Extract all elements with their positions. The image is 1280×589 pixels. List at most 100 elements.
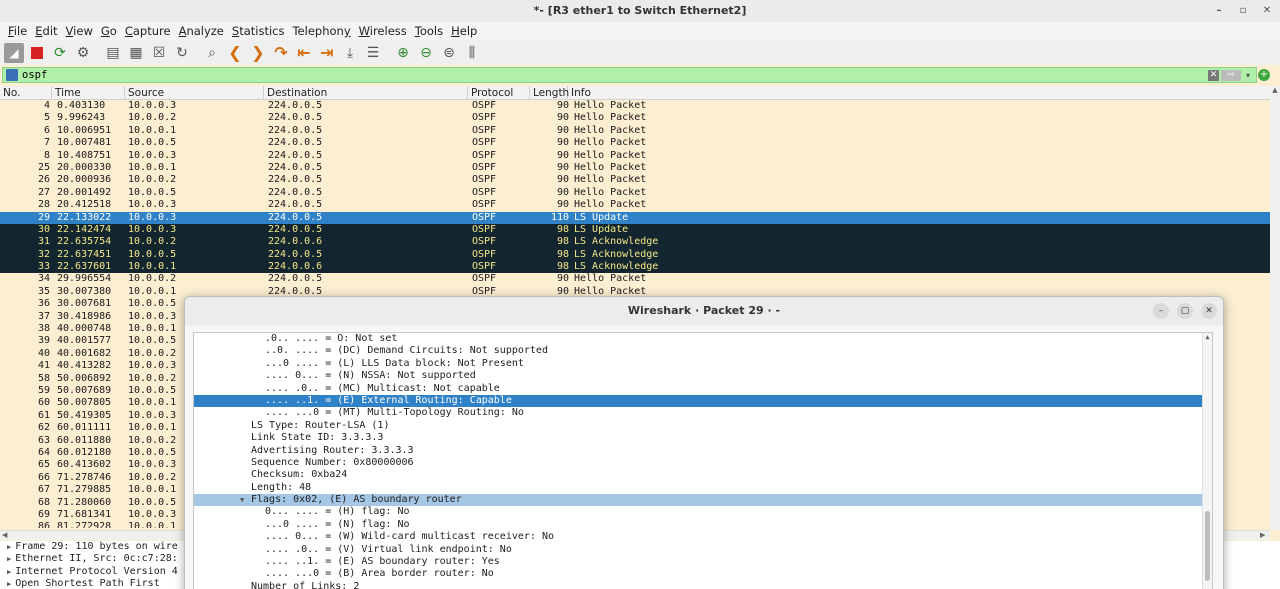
dialog-tree-item[interactable]: Length: 48 [194, 482, 1212, 494]
packet-row[interactable]: 8 10.408751 10.0.0.3 224.0.0.5 OSPF 90 Hello P… [0, 149, 1270, 162]
packet-list-vertical-scrollbar[interactable]: ▲ [1270, 86, 1280, 530]
dialog-tree-item[interactable]: LS Type: Router-LSA (1) [194, 420, 1212, 432]
filter-history-dropdown-icon[interactable]: ▾ [1243, 71, 1253, 80]
go-forward-icon[interactable]: ❯ [248, 43, 268, 63]
restart-capture-icon[interactable]: ⟳ [50, 43, 70, 63]
resize-columns-icon[interactable]: ⫼ [462, 43, 482, 63]
packet-row[interactable]: 25 20.000330 10.0.0.1 224.0.0.5 OSPF 90 Hello … [0, 161, 1270, 175]
scroll-right-icon[interactable]: ▶ [1260, 531, 1265, 539]
column-header-source[interactable]: Source [125, 86, 264, 100]
minimize-window-button[interactable]: – [1210, 3, 1228, 19]
menu-item[interactable]: Statistics [228, 24, 289, 38]
dialog-tree-item[interactable]: Advertising Router: 3.3.3.3 [194, 445, 1212, 457]
zoom-out-icon[interactable]: ⊖ [416, 43, 436, 63]
packet-row[interactable]: 27 20.001492 10.0.0.5 224.0.0.5 OSPF 90 Hello … [0, 186, 1270, 200]
capture-options-icon[interactable]: ⚙ [73, 43, 93, 63]
dialog-tree-item[interactable]: Checksum: 0xba24 [194, 469, 1212, 481]
shark-fin-icon[interactable]: ◢ [4, 42, 24, 63]
packet-row[interactable]: 4 0.403130 10.0.0.3 224.0.0.5 OSPF 90 Hello Pa… [0, 100, 1270, 113]
dialog-tree-item[interactable]: .... 0... = (N) NSSA: Not supported [194, 370, 1212, 382]
expand-arrow-icon[interactable]: ▶ [7, 580, 11, 588]
go-last-icon[interactable]: ⇥ [317, 43, 337, 63]
toolbar-separator [195, 43, 199, 63]
column-header-destination[interactable]: Destination [264, 86, 468, 100]
packet-row[interactable]: 26 20.000936 10.0.0.2 224.0.0.5 OSPF 90 Hello … [0, 174, 1270, 187]
expand-arrow-icon[interactable]: ▶ [7, 568, 11, 576]
packet-row[interactable]: 28 20.412518 10.0.0.3 224.0.0.5 OSPF 90 Hello … [0, 199, 1270, 212]
maximize-window-button[interactable]: ▫ [1234, 3, 1252, 19]
packet-row[interactable]: 34 29.996554 10.0.0.2 224.0.0.5 OSPF 90 Hello … [0, 273, 1270, 286]
reload-file-icon[interactable]: ↻ [172, 43, 192, 63]
menu-item[interactable]: Help [447, 24, 481, 38]
packet-row[interactable]: 31 22.635754 10.0.0.2 224.0.0.6 OSPF 98 LS Ack… [0, 236, 1270, 249]
auto-scroll-icon[interactable]: ⤓ [340, 43, 360, 63]
zoom-in-icon[interactable]: ⊕ [393, 43, 413, 63]
column-header-no[interactable]: No. [0, 86, 52, 100]
scroll-left-icon[interactable]: ◀ [2, 531, 7, 539]
go-back-icon[interactable]: ❮ [225, 43, 245, 63]
column-header-time[interactable]: Time [52, 86, 125, 100]
packet-row[interactable]: 7 10.007481 10.0.0.5 224.0.0.5 OSPF 90 Hello P… [0, 137, 1270, 150]
packet-row[interactable]: 30 22.142474 10.0.0.3 224.0.0.5 OSPF 98 LS Upd… [0, 223, 1270, 237]
dialog-tree-item[interactable]: ...0 .... = (L) LLS Data block: Not Pres… [194, 358, 1212, 370]
dialog-tree-item[interactable]: Sequence Number: 0x80000006 [194, 457, 1212, 469]
collapse-arrow-icon[interactable]: ▼ [240, 494, 244, 506]
dialog-tree-item[interactable]: 0... .... = (H) flag: No [194, 506, 1212, 518]
dialog-tree-label: .... ...0 = (B) Area border router: No [265, 568, 494, 580]
dialog-maximize-button[interactable]: ▢ [1177, 303, 1193, 319]
save-file-icon[interactable]: ▦ [126, 43, 146, 63]
dialog-tree-item[interactable]: .0.. .... = O: Not set [194, 333, 1212, 345]
dialog-minimize-button[interactable]: – [1153, 303, 1169, 319]
close-file-icon[interactable]: ☒ [149, 43, 169, 63]
dialog-tree-item[interactable]: .... ...0 = (B) Area border router: No [194, 568, 1212, 580]
expand-arrow-icon[interactable]: ▶ [7, 555, 11, 563]
bookmark-icon[interactable] [6, 69, 18, 81]
scroll-up-icon[interactable]: ▲ [1270, 86, 1280, 96]
colorize-icon[interactable]: ☰ [363, 43, 383, 63]
packet-row[interactable]: 5 9.996243 10.0.0.2 224.0.0.5 OSPF 90 Hello Pa… [0, 112, 1270, 125]
close-window-button[interactable]: ✕ [1258, 3, 1276, 19]
open-file-icon[interactable]: ▤ [103, 43, 123, 63]
go-to-packet-icon[interactable]: ↷ [271, 43, 291, 63]
dialog-tree-item[interactable]: ..0. .... = (DC) Demand Circuits: Not su… [194, 345, 1212, 357]
column-header-length[interactable]: Length [530, 86, 569, 100]
dialog-close-button[interactable]: ✕ [1201, 303, 1217, 319]
packet-row[interactable]: 33 22.637601 10.0.0.1 224.0.0.6 OSPF 98 LS Ack… [0, 261, 1270, 274]
clear-filter-icon[interactable]: ✕ [1208, 69, 1219, 81]
add-filter-button-icon[interactable]: + [1258, 69, 1270, 81]
expand-arrow-icon[interactable]: ▶ [7, 543, 11, 551]
scroll-up-icon[interactable]: ▲ [1203, 333, 1212, 343]
menu-item[interactable]: Wireless [355, 24, 411, 38]
dialog-tree-item[interactable]: ...0 .... = (N) flag: No [194, 519, 1212, 531]
dialog-tree-item[interactable]: .... .0.. = (V) Virtual link endpoint: N… [194, 544, 1212, 556]
dialog-vertical-scrollbar[interactable]: ▲ [1202, 333, 1212, 589]
menu-item[interactable]: Go [97, 24, 121, 38]
menu-item[interactable]: Tools [411, 24, 447, 38]
menu-item[interactable]: Telephony [288, 24, 354, 38]
menu-item[interactable]: Analyze [175, 24, 228, 38]
dialog-tree-item[interactable]: Link State ID: 3.3.3.3 [194, 432, 1212, 444]
packet-row[interactable]: 29 22.133022 10.0.0.3 224.0.0.5 OSPF 110 LS Up… [0, 211, 1270, 224]
dialog-tree-item[interactable]: .... ..1. = (E) External Routing: Capabl… [194, 394, 1212, 408]
dialog-tree-item[interactable]: ▼ Flags: 0x02, (E) AS boundary router [194, 494, 1212, 507]
go-first-icon[interactable]: ⇤ [294, 43, 314, 63]
column-header-protocol[interactable]: Protocol [468, 86, 530, 100]
menu-item[interactable]: Capture [121, 24, 175, 38]
dialog-tree-item[interactable]: Number of Links: 2 [194, 581, 1212, 589]
menu-item[interactable]: File [4, 24, 31, 38]
apply-filter-icon[interactable]: ⇨ [1221, 69, 1241, 81]
stop-capture-icon[interactable] [27, 43, 47, 63]
packet-row[interactable]: 32 22.637451 10.0.0.5 224.0.0.5 OSPF 98 LS Ack… [0, 248, 1270, 262]
dialog-tree-item[interactable]: .... 0... = (W) Wild-card multicast rece… [194, 531, 1212, 543]
menu-item[interactable]: Edit [31, 24, 61, 38]
normal-size-icon[interactable]: ⊜ [439, 43, 459, 63]
display-filter-input[interactable] [18, 68, 1208, 82]
column-header-info[interactable]: Info [568, 86, 1270, 100]
find-packet-icon[interactable]: ⌕ [202, 43, 222, 63]
packet-row[interactable]: 6 10.006951 10.0.0.1 224.0.0.5 OSPF 90 Hello P… [0, 124, 1270, 138]
dialog-tree-item[interactable]: .... .0.. = (MC) Multicast: Not capable [194, 383, 1212, 395]
dialog-tree-item[interactable]: .... ...0 = (MT) Multi-Topology Routing:… [194, 407, 1212, 419]
dialog-tree-item[interactable]: .... ..1. = (E) AS boundary router: Yes [194, 556, 1212, 568]
scrollbar-thumb[interactable] [1205, 511, 1210, 581]
menu-item[interactable]: View [62, 24, 97, 38]
